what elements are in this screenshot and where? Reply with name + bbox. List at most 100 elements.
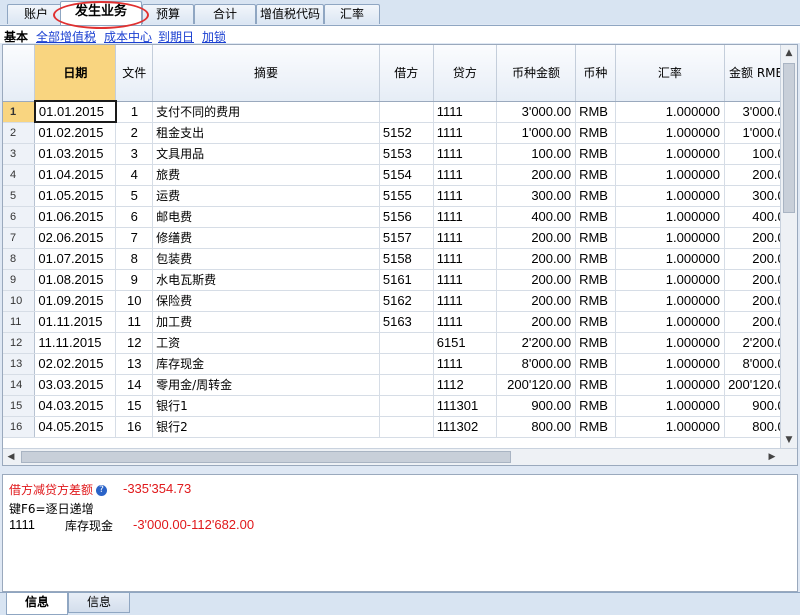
- cell-debit[interactable]: 5155: [379, 185, 434, 207]
- cell-currency[interactable]: RMB: [575, 101, 616, 123]
- cell-doc[interactable]: 16: [115, 416, 154, 438]
- cell-currency[interactable]: RMB: [575, 290, 616, 312]
- cell-debit[interactable]: 5162: [379, 290, 434, 312]
- cell-date[interactable]: 02.06.2015: [34, 227, 117, 249]
- cell-doc[interactable]: 12: [115, 332, 154, 354]
- table-row[interactable]: 16 04.05.2015 16 银行2 111302 800.00 RMB 1.000000…: [3, 416, 797, 438]
- table-row[interactable]: 15 04.03.2015 15 银行1 111301 900.00 RMB 1.000000…: [3, 395, 797, 417]
- cell-currency-amount[interactable]: 3'000.00: [496, 101, 577, 123]
- tab-transactions[interactable]: 发生业务: [60, 1, 142, 25]
- cell-date[interactable]: 01.07.2015: [34, 248, 117, 270]
- cell-credit[interactable]: 1111: [433, 185, 497, 207]
- row-number[interactable]: 6: [3, 206, 36, 228]
- cell-credit[interactable]: 1111: [433, 206, 497, 228]
- table-row[interactable]: 8 01.07.2015 8 包装费 5158 1111 200.00 RMB 1.000000…: [3, 248, 797, 270]
- cell-description[interactable]: 银行1: [152, 395, 380, 417]
- cell-credit[interactable]: 1111: [433, 227, 497, 249]
- cell-doc[interactable]: 3: [115, 143, 154, 165]
- tab-budget[interactable]: 预算: [142, 4, 194, 24]
- cell-currency[interactable]: RMB: [575, 185, 616, 207]
- table-row[interactable]: 9 01.08.2015 9 水电瓦斯费 5161 1111 200.00 RMB 1.0000…: [3, 269, 797, 291]
- cell-doc[interactable]: 5: [115, 185, 154, 207]
- cell-credit[interactable]: 1111: [433, 353, 497, 375]
- col-description-header[interactable]: 摘要: [152, 45, 380, 102]
- row-number[interactable]: 9: [3, 269, 36, 291]
- table-row[interactable]: 11 01.11.2015 11 加工费 5163 1111 200.00 RMB 1.0000…: [3, 311, 797, 333]
- cell-currency-amount[interactable]: 1'000.00: [496, 122, 577, 144]
- table-row[interactable]: 4 01.04.2015 4 旅费 5154 1111 200.00 RMB 1.000000 2…: [3, 164, 797, 186]
- view-all-vat[interactable]: 全部增值税: [36, 28, 96, 45]
- horizontal-scroll-thumb[interactable]: [21, 451, 511, 463]
- cell-currency[interactable]: RMB: [575, 311, 616, 333]
- cell-date[interactable]: 03.03.2015: [34, 374, 117, 396]
- cell-doc[interactable]: 2: [115, 122, 154, 144]
- cell-debit[interactable]: [379, 101, 434, 123]
- cell-doc[interactable]: 14: [115, 374, 154, 396]
- bottom-tab-info[interactable]: 信息: [6, 593, 68, 615]
- cell-doc[interactable]: 15: [115, 395, 154, 417]
- cell-currency-amount[interactable]: 900.00: [496, 395, 577, 417]
- cell-currency[interactable]: RMB: [575, 206, 616, 228]
- vertical-scrollbar[interactable]: ▲ ▼: [780, 45, 797, 448]
- cell-debit[interactable]: [379, 374, 434, 396]
- cell-description[interactable]: 包装费: [152, 248, 380, 270]
- row-number[interactable]: 8: [3, 248, 36, 270]
- cell-currency[interactable]: RMB: [575, 248, 616, 270]
- cell-credit[interactable]: 1111: [433, 143, 497, 165]
- cell-credit[interactable]: 1111: [433, 122, 497, 144]
- cell-rate[interactable]: 1.000000: [615, 143, 726, 165]
- col-doc-header[interactable]: 文件: [115, 45, 154, 102]
- cell-currency[interactable]: RMB: [575, 143, 616, 165]
- row-number[interactable]: 12: [3, 332, 36, 354]
- horizontal-scrollbar[interactable]: ◀ ▶: [3, 448, 797, 465]
- col-currency-amount-header[interactable]: 币种金额: [496, 45, 577, 102]
- view-cost-centers[interactable]: 成本中心: [104, 28, 152, 45]
- row-number[interactable]: 7: [3, 227, 36, 249]
- scroll-right-icon[interactable]: ▶: [764, 449, 780, 465]
- cell-description[interactable]: 租金支出: [152, 122, 380, 144]
- cell-currency-amount[interactable]: 200'120.00: [496, 374, 577, 396]
- cell-currency-amount[interactable]: 100.00: [496, 143, 577, 165]
- table-row[interactable]: 5 01.05.2015 5 运费 5155 1111 300.00 RMB 1.000000 3…: [3, 185, 797, 207]
- cell-credit[interactable]: 1112: [433, 374, 497, 396]
- cell-currency[interactable]: RMB: [575, 416, 616, 438]
- cell-currency[interactable]: RMB: [575, 374, 616, 396]
- cell-description[interactable]: 支付不同的费用: [152, 101, 380, 123]
- row-number[interactable]: 4: [3, 164, 36, 186]
- cell-description[interactable]: 修缮费: [152, 227, 380, 249]
- cell-credit[interactable]: 6151: [433, 332, 497, 354]
- cell-rate[interactable]: 1.000000: [615, 311, 726, 333]
- view-due-date[interactable]: 到期日: [158, 28, 194, 45]
- cell-doc[interactable]: 10: [115, 290, 154, 312]
- view-lock[interactable]: 加锁: [202, 28, 226, 45]
- cell-debit[interactable]: [379, 332, 434, 354]
- row-number[interactable]: 14: [3, 374, 36, 396]
- cell-date[interactable]: 01.02.2015: [34, 122, 117, 144]
- scroll-left-icon[interactable]: ◀: [3, 449, 19, 465]
- cell-description[interactable]: 银行2: [152, 416, 380, 438]
- cell-rate[interactable]: 1.000000: [615, 374, 726, 396]
- cell-description[interactable]: 零用金/周转金: [152, 374, 380, 396]
- cell-credit[interactable]: 111301: [433, 395, 497, 417]
- cell-date[interactable]: 01.03.2015: [34, 143, 117, 165]
- cell-doc[interactable]: 4: [115, 164, 154, 186]
- cell-rate[interactable]: 1.000000: [615, 269, 726, 291]
- col-rate-header[interactable]: 汇率: [615, 45, 726, 102]
- tab-exchange-rates[interactable]: 汇率: [324, 4, 380, 24]
- table-row[interactable]: 1 01.01.2015 1 支付不同的费用 1111 3'000.00 RMB 1.0000…: [3, 100, 797, 123]
- vertical-scroll-thumb[interactable]: [783, 63, 795, 213]
- col-currency-header[interactable]: 币种: [575, 45, 616, 102]
- tab-totals[interactable]: 合计: [194, 4, 256, 24]
- cell-description[interactable]: 加工费: [152, 311, 380, 333]
- cell-date[interactable]: 01.08.2015: [34, 269, 117, 291]
- cell-debit[interactable]: [379, 353, 434, 375]
- col-debit-header[interactable]: 借方: [379, 45, 434, 102]
- cell-date[interactable]: 01.04.2015: [34, 164, 117, 186]
- cell-currency[interactable]: RMB: [575, 122, 616, 144]
- cell-debit[interactable]: [379, 416, 434, 438]
- cell-description[interactable]: 文具用品: [152, 143, 380, 165]
- cell-description[interactable]: 库存现金: [152, 353, 380, 375]
- cell-date[interactable]: 01.11.2015: [34, 311, 117, 333]
- row-number[interactable]: 15: [3, 395, 36, 417]
- cell-currency-amount[interactable]: 200.00: [496, 227, 577, 249]
